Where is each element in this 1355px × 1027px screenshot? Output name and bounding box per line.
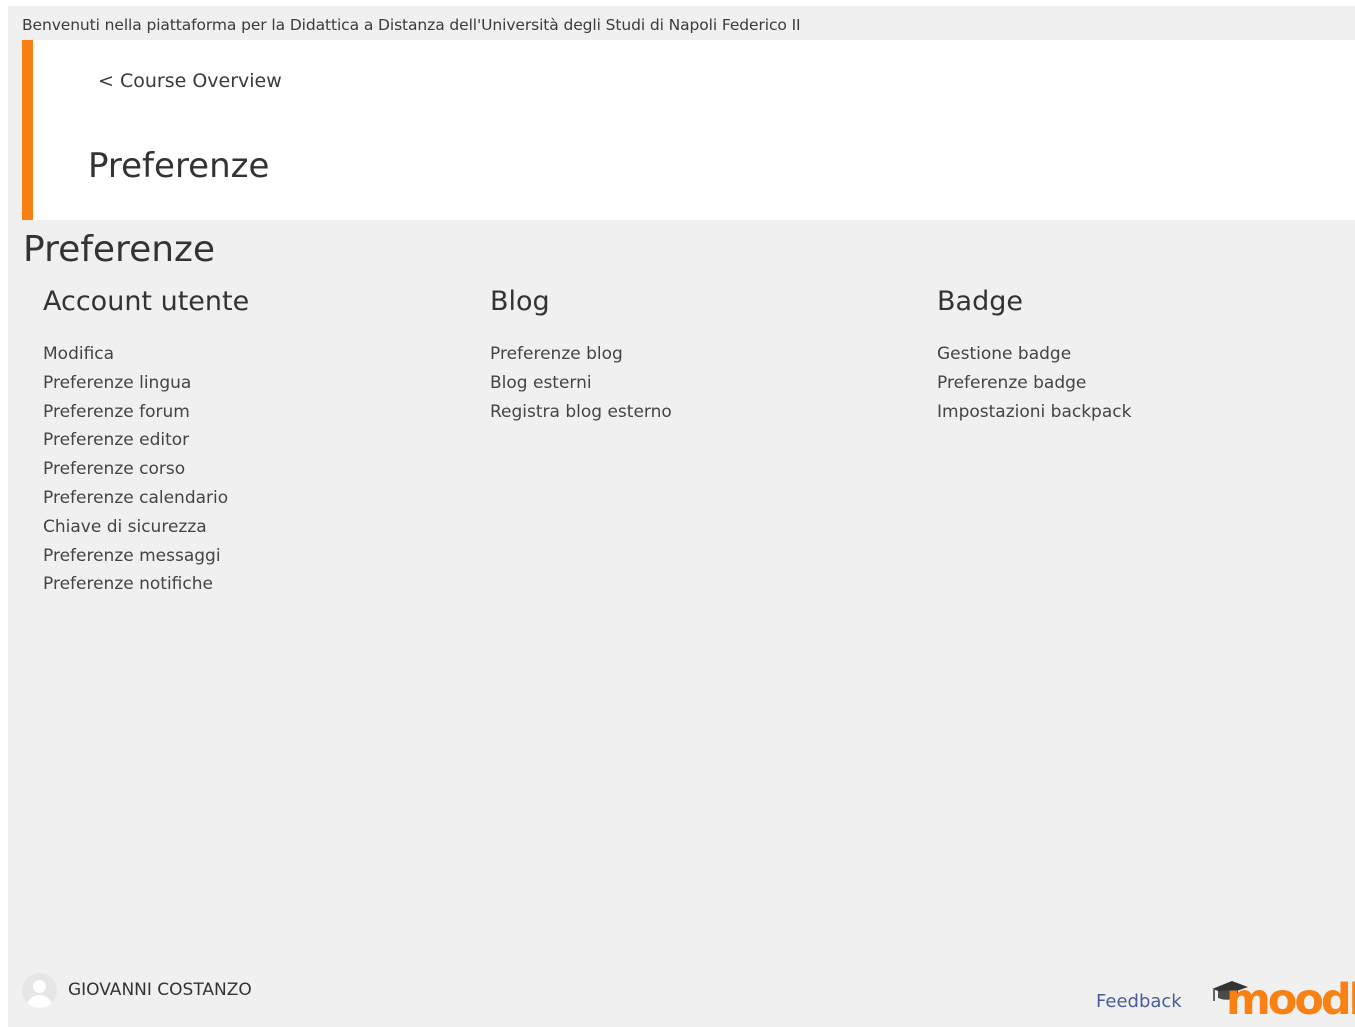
link-preferenze-corso[interactable]: Preferenze corso	[43, 459, 185, 479]
list-item: Preferenze notifiche	[43, 570, 463, 599]
list-item: Gestione badge	[937, 340, 1355, 369]
section-links: Gestione badge Preferenze badge Impostaz…	[937, 340, 1355, 426]
list-item: Preferenze lingua	[43, 369, 463, 398]
moodle-logo[interactable]: moodle	[1208, 968, 1355, 1020]
link-preferenze-messaggi[interactable]: Preferenze messaggi	[43, 546, 221, 566]
section-account-utente: Account utente Modifica Preferenze lingu…	[43, 284, 463, 599]
section-title: Account utente	[43, 286, 250, 317]
user-name[interactable]: GIOVANNI COSTANZO	[68, 980, 252, 1000]
link-modifica[interactable]: Modifica	[43, 344, 114, 364]
list-item: Registra blog esterno	[490, 398, 910, 427]
section-links: Preferenze blog Blog esterni Registra bl…	[490, 340, 910, 426]
link-preferenze-lingua[interactable]: Preferenze lingua	[43, 373, 191, 393]
link-blog-esterni[interactable]: Blog esterni	[490, 373, 592, 393]
page-title: Preferenze	[23, 229, 216, 270]
section-blog: Blog Preferenze blog Blog esterni Regist…	[490, 284, 910, 426]
feedback-link[interactable]: Feedback	[1096, 991, 1182, 1012]
link-chiave-di-sicurezza[interactable]: Chiave di sicurezza	[43, 517, 207, 537]
list-item: Preferenze blog	[490, 340, 910, 369]
page-frame: Benvenuti nella piattaforma per la Didat…	[8, 6, 1355, 1027]
list-item: Preferenze badge	[937, 369, 1355, 398]
list-item: Impostazioni backpack	[937, 398, 1355, 427]
welcome-banner: Benvenuti nella piattaforma per la Didat…	[22, 16, 801, 34]
link-preferenze-forum[interactable]: Preferenze forum	[43, 402, 190, 422]
header-accent-bar	[22, 40, 33, 220]
list-item: Preferenze corso	[43, 455, 463, 484]
page-header: < Course Overview Preferenze	[22, 40, 1355, 220]
course-overview-link[interactable]: < Course Overview	[98, 70, 282, 92]
section-badge: Badge Gestione badge Preferenze badge Im…	[937, 284, 1355, 426]
link-preferenze-calendario[interactable]: Preferenze calendario	[43, 488, 228, 508]
link-gestione-badge[interactable]: Gestione badge	[937, 344, 1071, 364]
link-registra-blog-esterno[interactable]: Registra blog esterno	[490, 402, 672, 422]
section-title: Badge	[937, 286, 1023, 317]
user-info[interactable]: GIOVANNI COSTANZO	[22, 972, 252, 1008]
list-item: Modifica	[43, 340, 463, 369]
user-avatar-icon[interactable]	[22, 972, 57, 1008]
list-item: Blog esterni	[490, 369, 910, 398]
list-item: Chiave di sicurezza	[43, 513, 463, 542]
list-item: Preferenze calendario	[43, 484, 463, 513]
list-item: Preferenze editor	[43, 426, 463, 455]
link-impostazioni-backpack[interactable]: Impostazioni backpack	[937, 402, 1131, 422]
moodle-logo-text: moodle	[1226, 975, 1355, 1020]
link-preferenze-blog[interactable]: Preferenze blog	[490, 344, 623, 364]
list-item: Preferenze forum	[43, 398, 463, 427]
section-links: Modifica Preferenze lingua Preferenze fo…	[43, 340, 463, 599]
link-preferenze-badge[interactable]: Preferenze badge	[937, 373, 1086, 393]
list-item: Preferenze messaggi	[43, 542, 463, 571]
link-preferenze-notifiche[interactable]: Preferenze notifiche	[43, 574, 213, 594]
link-preferenze-editor[interactable]: Preferenze editor	[43, 430, 189, 450]
header-title: Preferenze	[88, 146, 270, 186]
section-title: Blog	[490, 286, 550, 317]
